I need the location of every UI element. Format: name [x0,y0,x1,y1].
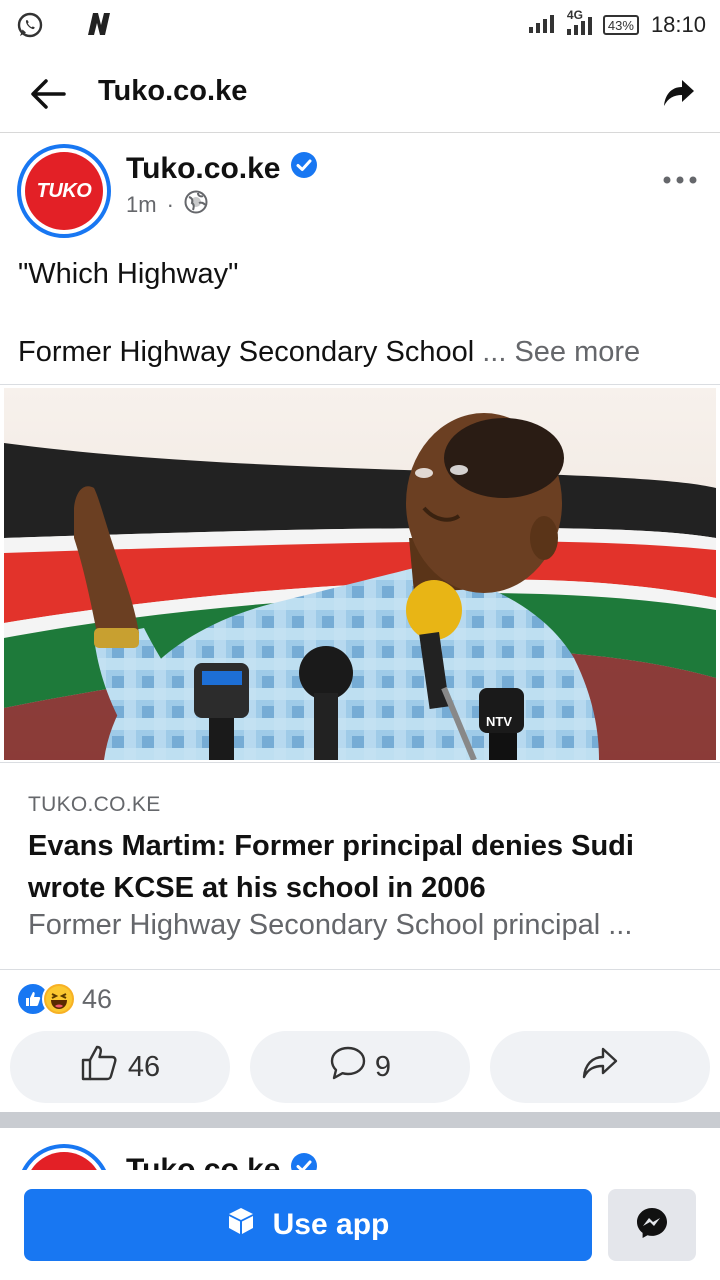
avatar[interactable]: TUKO [17,144,111,238]
reaction-count: 46 [82,983,113,1014]
post-time[interactable]: 1m [126,192,157,218]
post-meta: 1m · [126,190,208,220]
mic-label: NTV [486,714,512,729]
divider [0,384,720,385]
post-actions: 46 9 [10,1031,710,1103]
link-domain: TUKO.CO.KE [28,793,161,816]
post-page-name[interactable]: Tuko.co.ke [126,151,318,187]
messenger-button[interactable] [608,1189,696,1261]
comment-button[interactable]: 9 [250,1031,470,1103]
feed-separator [0,1112,720,1128]
header-title: Tuko.co.ke [98,75,248,107]
post-header: TUKO Tuko.co.ke 1m · [0,140,720,250]
comment-count: 9 [374,1050,392,1083]
reaction-summary[interactable]: 46 [16,980,112,1018]
use-app-button[interactable]: Use app [24,1189,592,1261]
post-text-body: Former Highway Secondary School ... See … [18,336,641,368]
whatsapp-icon [16,11,44,44]
messenger-icon [635,1206,669,1245]
n-app-icon [84,10,114,43]
haha-reaction-icon [42,982,76,1016]
like-button[interactable]: 46 [10,1031,230,1103]
share-icon[interactable] [662,76,696,115]
next-post-page-name[interactable]: Tuko.co.ke [126,1152,318,1170]
signal-icon [527,12,557,39]
page-header: Tuko.co.ke [0,55,720,133]
globe-icon [184,190,208,220]
share-button[interactable] [490,1031,710,1103]
like-count: 46 [127,1050,161,1083]
status-bar: 4G 43% 18:10 [0,0,720,50]
thumbs-up-icon [80,1044,120,1090]
more-options-icon[interactable] [662,173,698,191]
use-app-label: Use app [272,1208,390,1241]
tuko-logo: TUKO [25,152,103,230]
back-arrow-icon[interactable] [28,77,68,116]
see-more-link[interactable]: ... See more [482,336,640,368]
share-outline-icon [581,1045,619,1089]
comment-icon [329,1044,367,1090]
network-type: 4G [565,8,595,36]
facebook-post-page: 4G 43% 18:10 Tuko.co.ke TUKO Tuko.co.ke … [0,0,720,1280]
battery-icon: 43% [602,15,639,35]
link-description: Former Highway Secondary School principa… [28,909,633,941]
bottom-bar: Use app [0,1170,720,1280]
post-text-quote: "Which Highway" [18,258,239,290]
link-preview[interactable]: TUKO.CO.KE Evans Martim: Former principa… [0,762,720,970]
cube-icon [227,1206,255,1244]
status-time: 18:10 [650,12,706,37]
next-post-header: Tuko.co.ke [0,1128,720,1170]
post-image[interactable]: NTV [4,388,716,760]
link-title[interactable]: Evans Martim: Former principal denies Su… [28,825,698,909]
verified-badge-icon [290,1152,318,1170]
next-post-avatar[interactable] [17,1144,111,1170]
verified-badge-icon [290,151,318,187]
